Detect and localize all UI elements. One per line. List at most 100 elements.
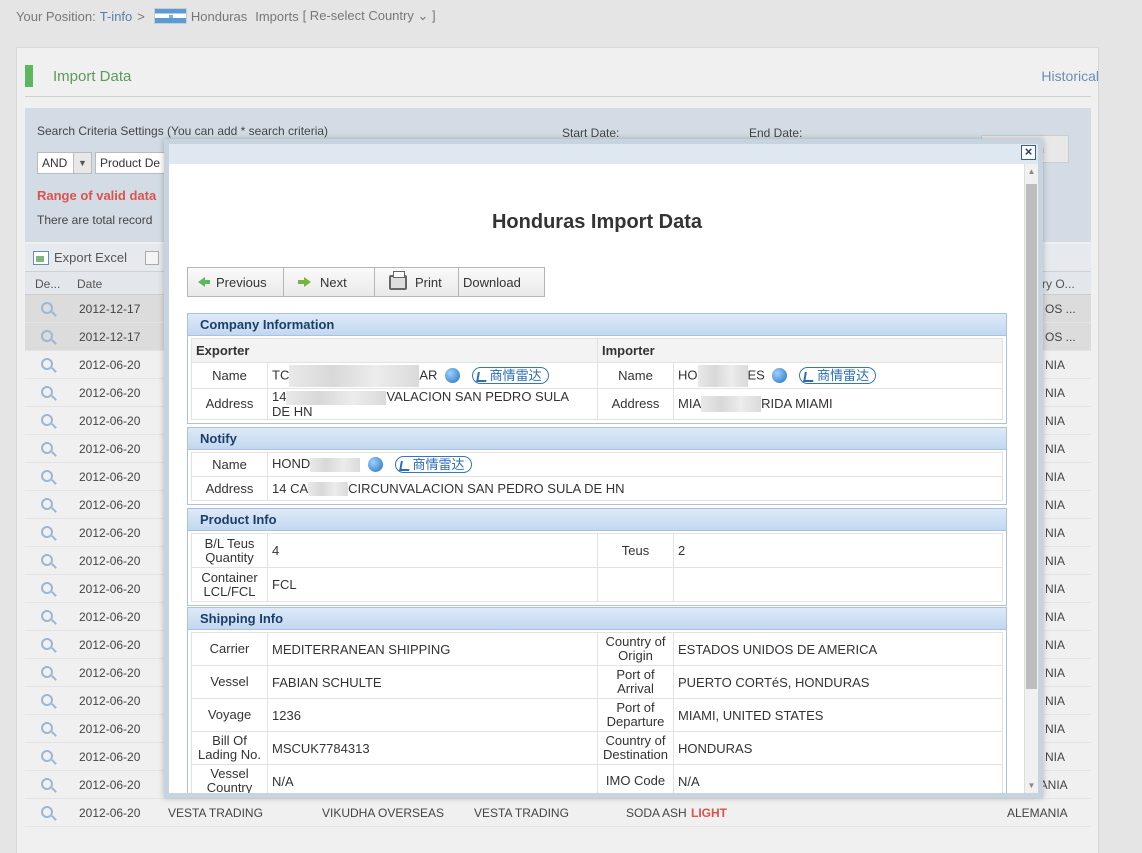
product-info-heading: Product Info [188, 509, 1006, 531]
redacted-block [308, 482, 349, 497]
importer-heading: Importer [597, 338, 1003, 363]
cell-date: 2012-06-20 [79, 694, 141, 708]
globe-icon[interactable] [367, 457, 383, 473]
magnifier-icon[interactable] [41, 554, 53, 566]
cell-date: 2012-06-20 [79, 638, 141, 652]
next-button[interactable]: Next [284, 268, 375, 296]
honduras-flag-icon [153, 8, 187, 24]
notify-name-start: HOND [272, 455, 311, 471]
cell-date: 2012-06-20 [79, 806, 141, 820]
magnifier-icon[interactable] [41, 330, 53, 342]
magnifier-icon[interactable] [41, 582, 53, 594]
product-info-section: Product Info B/L Teus Quantity 4 Teus 2 … [187, 508, 1007, 606]
magnifier-icon[interactable] [41, 778, 53, 790]
radar-button[interactable]: 商情雷达 [394, 456, 472, 474]
reselect-country-link[interactable]: [ Re-select Country ⌄ ] [303, 8, 436, 24]
magnifier-icon[interactable] [41, 694, 53, 706]
cell-country: OS ... [1045, 330, 1076, 344]
bl-teus-label: B/L Teus Quantity [191, 533, 268, 568]
cell-country: NIA [1045, 666, 1066, 680]
magnifier-icon[interactable] [41, 610, 53, 622]
voyage-value: 1236 [267, 698, 598, 732]
cell-date: 2012-06-20 [79, 722, 141, 736]
cell-country: NIA [1045, 582, 1066, 596]
carrier-value: MEDITERRANEAN SHIPPING [267, 632, 598, 666]
historical-link[interactable]: Historical [1041, 68, 1099, 84]
redacted-block [697, 364, 748, 387]
header-date[interactable]: Date [77, 277, 102, 291]
magnifier-icon[interactable] [41, 414, 53, 426]
bol-label: Bill Of Lading No. [191, 731, 268, 765]
radar-button[interactable]: 商情雷达 [471, 367, 549, 384]
globe-icon[interactable] [445, 368, 461, 383]
redacted-block [289, 364, 420, 387]
magnifier-icon[interactable] [41, 526, 53, 538]
scrollbar-thumb[interactable] [1026, 184, 1037, 689]
breadcrumb-prefix: Your Position: [16, 8, 96, 24]
scroll-down-icon[interactable]: ▼ [1027, 781, 1036, 790]
magnifier-icon[interactable] [41, 638, 53, 650]
cell-date: 2012-06-20 [79, 750, 141, 764]
magnifier-icon[interactable] [41, 750, 53, 762]
print-button[interactable]: Print [375, 268, 459, 296]
download-button[interactable]: Download [459, 268, 544, 296]
company-info-table: Exporter Importer Name TC AR 商情雷达 Name HO… [191, 338, 1003, 420]
header-detail[interactable]: De... [35, 277, 60, 291]
importer-name-end: ES [747, 366, 765, 382]
vessel-label: Vessel [191, 665, 268, 699]
empty-value-cell [673, 567, 1003, 602]
magnifier-icon[interactable] [41, 666, 53, 678]
bl-teus-value: 4 [267, 533, 598, 568]
importer-name-cell: HO ES 商情雷达 [673, 362, 1003, 389]
breadcrumb-tinfo-link[interactable]: T-info [100, 9, 133, 24]
panel-title-bar: Import Data Historical [25, 65, 1099, 97]
table-row[interactable]: 2012-06-20 VESTA TRADING VIKUDHA OVERSEAS V… [25, 799, 1091, 827]
breadcrumb: Your Position: T-info > Honduras Imports… [16, 8, 436, 24]
logic-select-value: AND [42, 156, 68, 170]
export-excel-button[interactable]: Export Excel [33, 250, 127, 265]
header-country[interactable]: ry O... [1042, 277, 1075, 291]
previous-button[interactable]: Previous [188, 268, 284, 296]
modal-content: Honduras Import Data Previous Next Print… [169, 164, 1025, 793]
magnifier-icon[interactable] [41, 806, 53, 818]
notify-heading: Notify [188, 428, 1006, 450]
bol-value: MSCUK7784313 [267, 731, 598, 765]
importer-address-label: Address [597, 388, 674, 420]
next-label: Next [320, 274, 347, 290]
carrier-label: Carrier [191, 632, 268, 666]
origin-label: Country of Origin [597, 632, 674, 666]
radar-icon [475, 371, 488, 382]
cell-country: NIA [1045, 470, 1066, 484]
radar-label: 商情雷达 [817, 368, 870, 383]
imo-label: IMO Code [597, 764, 674, 793]
chevron-down-icon[interactable]: ▼ [73, 153, 91, 173]
cell-date: 2012-06-20 [79, 554, 141, 568]
importer-address-end: RIDA MIAMI [761, 395, 833, 411]
exporter-address-end: HN [293, 403, 313, 419]
teus-value: 2 [673, 533, 1003, 568]
vessel-country-value: N/A [267, 764, 598, 793]
cell-supplier: VIKUDHA OVERSEAS [322, 806, 445, 820]
modal-scrollbar[interactable]: ▲ ▼ [1024, 164, 1038, 793]
scroll-up-icon[interactable]: ▲ [1027, 167, 1036, 176]
magnifier-icon[interactable] [41, 358, 53, 370]
shipping-info-heading: Shipping Info [188, 608, 1006, 630]
magnifier-icon[interactable] [41, 722, 53, 734]
previous-label: Previous [216, 274, 267, 290]
radar-label: 商情雷达 [412, 457, 465, 473]
magnifier-icon[interactable] [41, 386, 53, 398]
magnifier-icon[interactable] [41, 470, 53, 482]
magnifier-icon[interactable] [41, 498, 53, 510]
export-icon[interactable] [145, 251, 159, 265]
redacted-block [310, 457, 361, 472]
logic-select[interactable]: AND ▼ [37, 152, 92, 174]
close-icon[interactable]: × [1021, 145, 1036, 160]
field-select[interactable]: Product De [95, 152, 175, 174]
globe-icon[interactable] [772, 368, 788, 383]
cell-date: 2012-06-20 [79, 498, 141, 512]
magnifier-icon[interactable] [41, 302, 53, 314]
magnifier-icon[interactable] [41, 442, 53, 454]
radar-button[interactable]: 商情雷达 [799, 367, 877, 384]
exporter-address-line2: DE [272, 403, 291, 419]
radar-icon [803, 371, 815, 382]
